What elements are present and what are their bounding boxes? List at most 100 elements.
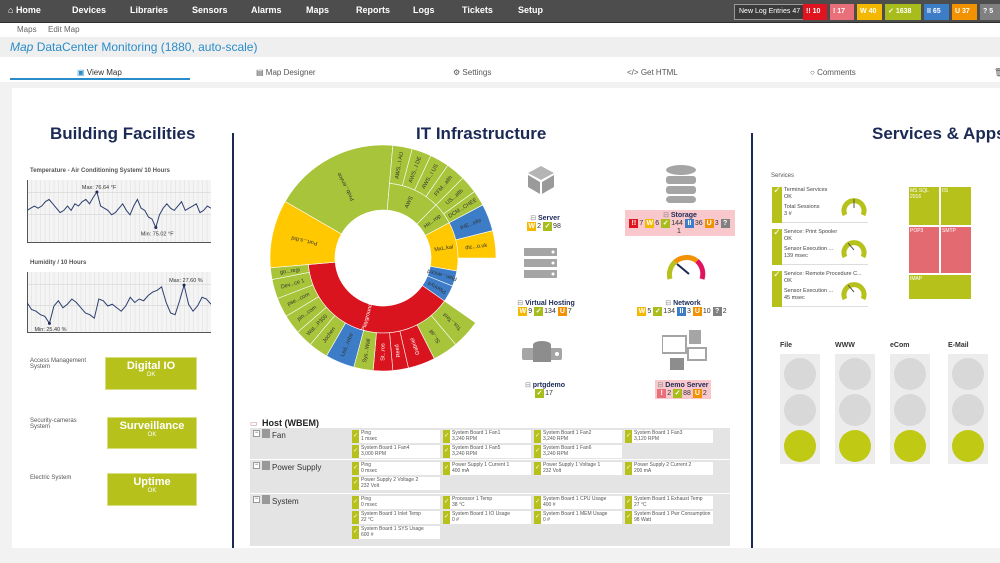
sensor-card[interactable]: ✓ System Board 1 Pwr Consumption 98 Watt (625, 511, 713, 524)
nav-home[interactable]: ⌂ Home (8, 5, 41, 15)
sensor-card[interactable]: ✓ System Board 1 Fan3 3,120 RPM (625, 430, 713, 443)
traffic-light[interactable] (948, 354, 988, 464)
light-yellow (894, 394, 926, 426)
group-name: ⊟ prtgdemo (525, 381, 565, 389)
sensor-card[interactable]: ✓ System Board 1 CPU Usage 400 # (534, 496, 622, 509)
tab-settings[interactable]: ⚙ Settings (453, 68, 491, 77)
sensor-card[interactable]: ✓ Power Supply 1 Current 1 400 mA (443, 462, 531, 475)
sensor-card[interactable]: ✓ System Board 1 Fan6 3,240 RPM (534, 445, 622, 458)
system-label: Electric System (30, 475, 72, 481)
device-group-virtual-hosting[interactable]: ⊟ Virtual Hosting W 9 ✓ 134 U 7 (491, 298, 601, 317)
tab-comments[interactable]: ○ Comments (810, 68, 856, 77)
nav-setup[interactable]: Setup (518, 5, 543, 15)
sensor-card[interactable]: ✓ System Board 1 Fan1 3,240 RPM (443, 430, 531, 443)
traffic-light[interactable] (780, 354, 820, 464)
treemap-tile[interactable]: MS SQL 2016 (909, 187, 939, 225)
status-badge[interactable]: U 37 (952, 4, 977, 20)
light-green (784, 430, 816, 462)
collapse-toggle[interactable]: − (253, 430, 260, 437)
sensor-card[interactable]: ✓ System Board 1 IO Usage 0 # (443, 511, 531, 524)
nav-logs[interactable]: Logs (413, 5, 435, 15)
treemap-tile[interactable]: IIS (941, 187, 971, 225)
treemap-tile[interactable]: SMTP (941, 227, 971, 273)
sensor-value: 0 msec (361, 502, 378, 508)
sensor-card[interactable]: ✓ System Board 1 Inlet Temp 22 °C (352, 511, 440, 524)
collapse-toggle[interactable]: − (253, 462, 260, 469)
sensor-value: 232 Volt (543, 468, 562, 474)
sensor-card[interactable]: ✓ System Board 1 Fan2 3,240 RPM (534, 430, 622, 443)
device-group-prtgdemo[interactable]: ⊟ prtgdemo ✓ 17 (490, 380, 600, 399)
sensor-card[interactable]: ✓ Ping 0 msec (352, 462, 440, 475)
status-badge[interactable]: W 40 (857, 4, 882, 20)
check-icon: ✓ (772, 228, 782, 265)
sensor-card[interactable]: ✓ System Board 1 SYS Usage 600 # (352, 526, 440, 539)
status-badge[interactable]: ✓ 1638 (885, 4, 921, 20)
sensor-card[interactable]: ✓ System Board 1 MEM Usage 0 # (534, 511, 622, 524)
status-icon: W (860, 8, 869, 15)
status-icon: U (692, 389, 702, 398)
sensor-card[interactable]: ✓ Ping 1 msec (352, 430, 440, 443)
nav-alarms[interactable]: Alarms (251, 5, 282, 15)
status-badge[interactable]: ? 5 (980, 4, 1000, 20)
check-icon: ✓ (443, 462, 450, 475)
tab-view-map[interactable]: ▣ View Map (77, 68, 122, 77)
device-group-storage[interactable]: ⊟ Storage!! 7 W 6 ✓ 144 II 36 U 3 ? 1 (625, 210, 735, 237)
status-badge[interactable]: II 65 (924, 4, 949, 20)
status-count: 2 (702, 390, 707, 397)
sensor-card[interactable]: ✓ Power Supply 1 Voltage 1 232 Volt (534, 462, 622, 475)
new-log-entries-button[interactable]: New Log Entries 47 (734, 4, 806, 20)
sensor-card[interactable]: ✓ Ping 0 msec (352, 496, 440, 509)
trash-icon[interactable]: 🗑 (994, 68, 1000, 77)
status-icon: U (692, 307, 702, 316)
min-label: Min: 25.40 % (34, 327, 66, 333)
nav-libraries[interactable]: Libraries (130, 5, 168, 15)
nav-maps[interactable]: Maps (306, 5, 329, 15)
nav-reports[interactable]: Reports (356, 5, 390, 15)
digital-io-status[interactable]: Digital IO OK (105, 357, 197, 390)
row-label: Power Supply (272, 463, 322, 472)
traffic-light-label: E-Mail (948, 342, 969, 349)
group-counts: !! 7 W 6 ✓ 144 II 36 U 3 ? 1 (627, 219, 733, 235)
service-sensor[interactable]: ✓ Service: Remote Procedure C... OK Sensor … (772, 270, 868, 307)
sensor-card[interactable]: ✓ Processor 1 Temp 38 °C (443, 496, 531, 509)
device-group-network[interactable]: ⊟ Network W 5 ✓ 134 II 3 U 10? 2 (628, 298, 738, 317)
device-group-server[interactable]: ⊟ Server W 2 ✓ 98 (490, 213, 600, 232)
traffic-light[interactable] (835, 354, 875, 464)
status-name: Uptime (133, 476, 171, 488)
service-sensor[interactable]: ✓ Terminal Services OK Total Sessions 3 # (772, 186, 868, 223)
status-icon: !! (629, 219, 639, 228)
nav-tickets[interactable]: Tickets (462, 5, 493, 15)
group-counts: ✓ 17 (525, 389, 565, 398)
status-badge[interactable]: !! 10 (803, 4, 827, 20)
treemap-tile[interactable]: POP3 (909, 227, 939, 273)
treemap-tile[interactable]: IMAP (909, 275, 971, 299)
status-count: 98 (553, 223, 561, 230)
sunburst-chart: Prob...erviceAWSHe...ropMxL.kalPlan...an… (269, 144, 497, 372)
host-row: − System ✓ Ping 0 msec ✓ Processor 1 Temp 38 °C… (250, 494, 730, 546)
sensor-value: 0 # (452, 517, 459, 523)
collapse-toggle[interactable]: − (253, 496, 260, 503)
tab-bar: ▣ View Map ▤ Map Designer ⚙ Settings </>… (0, 57, 1000, 82)
tab-map-designer[interactable]: ▤ Map Designer (256, 68, 316, 77)
light-green (839, 430, 871, 462)
sensor-card[interactable]: ✓ Power Supply 2 Voltage 2 232 Volt (352, 477, 440, 490)
breadcrumb-edit-map[interactable]: Edit Map (48, 25, 80, 34)
nav-devices[interactable]: Devices (72, 5, 106, 15)
device-group-demo-server[interactable]: ⊟ Demo Server! 2 ✓ 88 U 2 (628, 380, 738, 399)
nav-sensors[interactable]: Sensors (192, 5, 228, 15)
surveillance-status[interactable]: Surveillance OK (107, 417, 197, 449)
light-red (839, 358, 871, 390)
tab-get-html[interactable]: </> Get HTML (627, 68, 678, 77)
sensor-card[interactable]: ✓ System Board 1 Fan4 3,000 RPM (352, 445, 440, 458)
sensor-card[interactable]: ✓ System Board 1 Fan5 3,240 RPM (443, 445, 531, 458)
uptime-status[interactable]: Uptime OK (107, 473, 197, 506)
check-icon: ✓ (625, 462, 632, 475)
status-icon: !! (806, 8, 813, 15)
service-sensor[interactable]: ✓ Service: Print Spooler OK Sensor Executio… (772, 228, 868, 265)
sensor-card[interactable]: ✓ System Board 1 Exhaust Temp 27 °C (625, 496, 713, 509)
status-badge[interactable]: ! 17 (830, 4, 854, 20)
breadcrumb-maps[interactable]: Maps (17, 25, 37, 34)
traffic-light[interactable] (890, 354, 930, 464)
check-icon: ✓ (443, 496, 450, 509)
sensor-card[interactable]: ✓ Power Supply 2 Current 2 200 mA (625, 462, 713, 475)
